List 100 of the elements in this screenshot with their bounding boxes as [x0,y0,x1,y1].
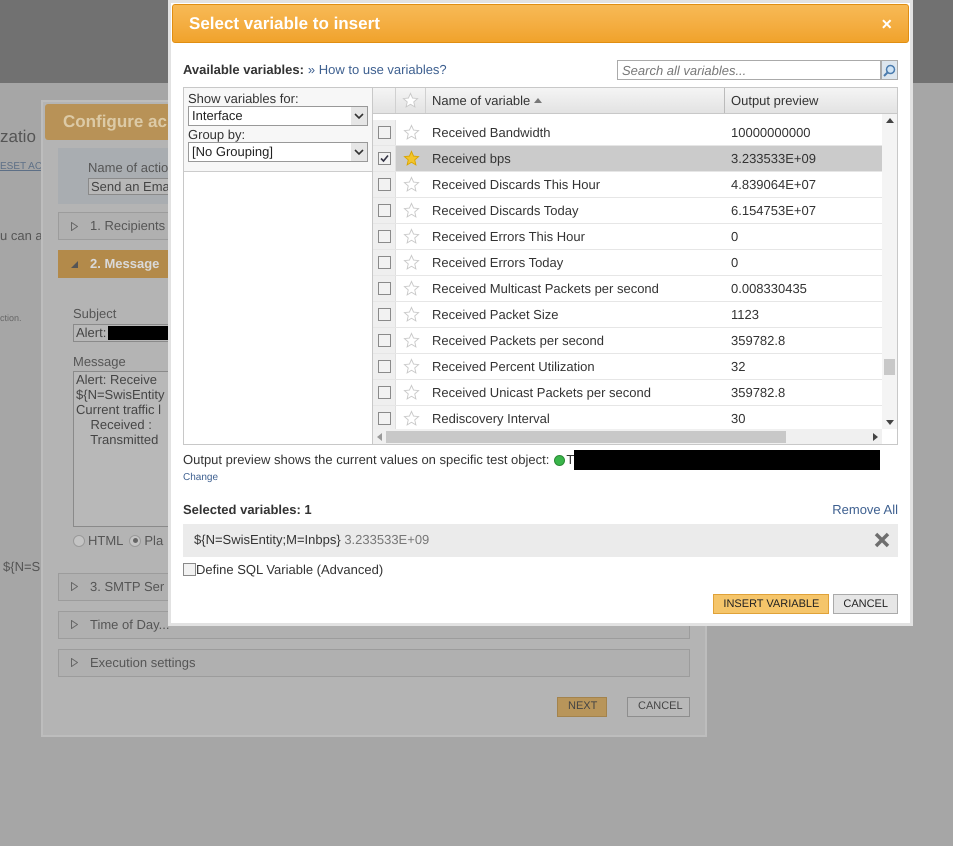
variable-row[interactable]: Received Discards Today 6.154753E+07 [373,198,882,224]
expand-triangle-icon [71,222,78,230]
radio-button[interactable] [73,534,85,547]
table-cell-text: Received Discards This Hour [431,176,602,194]
dialog-title: Configure ac [63,111,167,134]
table-cell-text: 3.233533E+09 [730,150,816,168]
cancel-button[interactable]: CANCEL [627,696,690,716]
column-header[interactable]: Name of variable [426,88,725,113]
variable-row[interactable]: Received Unicast Packets per second 359782.8 [373,380,882,406]
star-outline-icon[interactable] [402,124,420,141]
star-outline-icon[interactable] [402,92,419,109]
variable-expression: ${N=SwisEntity;M=Inbps} 3.233533E+09 [194,531,430,550]
field-label: Subject [73,305,116,323]
table-cell-text: 1123 [730,306,759,324]
table-cell-text: Received Unicast Packets per second [431,384,652,402]
table-cell-text: Received Errors Today [431,254,564,272]
variable-row[interactable]: Received Percent Utilization 32 [373,354,882,380]
page-text: ${N=S [3,558,40,576]
checkbox-label: Define SQL Variable (Advanced) [196,560,384,579]
variable-row[interactable]: Received Errors This Hour 0 [373,224,882,250]
row-checkbox[interactable] [378,230,390,243]
sql-checkbox[interactable] [183,562,196,576]
insert-variable-button[interactable]: INSERT VARIABLE [713,594,830,614]
collapse-triangle-icon [71,260,78,268]
variable-row[interactable]: Received Bandwidth 10000000000 [373,120,882,146]
scroll-up-arrow-icon[interactable] [886,118,894,123]
table-cell-text: Received Packet Size [431,306,560,324]
star-outline-icon[interactable] [402,306,420,323]
table-cell-text: Received Packets per second [431,332,605,350]
change-link[interactable]: Change [183,470,218,485]
preview-note: Output preview shows the current values on specific test object: [183,451,550,470]
dropdown[interactable]: Interface [188,106,368,126]
variable-row[interactable]: Received Discards This Hour 4.839064E+07 [373,172,882,198]
horizontal-scrollbar[interactable] [373,429,882,444]
variable-row[interactable]: Received Packets per second 359782.8 [373,328,882,354]
field-label: Message [73,352,126,371]
remove-all-link[interactable]: Remove All [832,500,898,520]
star-outline-icon[interactable] [402,280,420,297]
star-outline-icon[interactable] [402,202,420,219]
row-checkbox[interactable] [378,282,390,295]
cancel-button[interactable]: CANCEL [833,594,898,614]
search-button[interactable] [881,60,898,80]
scroll-left-arrow-icon[interactable] [377,432,382,440]
row-checkbox[interactable] [378,386,390,399]
table-cell-text: Received Discards Today [431,202,580,220]
table-cell-text: 30 [730,410,746,428]
row-checkbox[interactable] [378,360,390,373]
scroll-down-arrow-icon[interactable] [886,420,894,425]
row-checkbox[interactable] [378,126,390,139]
variable-row[interactable]: Received Errors Today 0 [373,250,882,276]
table-cell-text: Received Percent Utilization [431,358,596,376]
radio-button[interactable] [129,534,142,547]
table-cell-text: Received Bandwidth [431,124,552,142]
variable-row[interactable]: Received Multicast Packets per second 0.008330435 [373,276,882,302]
star-outline-icon[interactable] [402,176,420,193]
star-outline-icon[interactable] [402,384,420,401]
dropdown[interactable]: [No Grouping] [188,142,368,162]
selected-variables-title: Selected variables: 1 [183,501,312,519]
column-header[interactable]: Output preview [725,88,897,113]
variable-row[interactable]: Received bps 3.233533E+09 [373,146,882,172]
table-cell-text: Received bps [431,150,512,168]
scrollbar-thumb[interactable] [884,358,895,374]
help-link[interactable]: » How to use variables? [308,60,447,80]
star-outline-icon[interactable] [402,254,420,271]
row-checkbox[interactable] [378,256,390,269]
test-object-name: T [566,451,574,470]
table-cell-text: 6.154753E+07 [730,202,816,220]
vertical-scrollbar[interactable] [882,114,897,429]
table-cell-text: 32 [730,358,746,376]
star-outline-icon[interactable] [402,228,420,245]
table-cell-text: 359782.8 [730,332,786,350]
table-cell-text: 0 [730,254,738,272]
scrollbar-thumb[interactable] [386,430,786,442]
star-outline-icon[interactable] [402,332,420,349]
table-cell-text: 10000000000 [730,124,811,142]
sort-ascending-icon [534,98,542,103]
expand-triangle-icon [71,658,78,667]
field-label: Name of actio [88,159,168,177]
star-outline-icon[interactable] [402,358,420,375]
scroll-right-arrow-icon[interactable] [873,432,878,440]
filled-star-icon[interactable] [402,150,420,167]
remove-icon[interactable] [874,532,890,548]
row-checkbox[interactable] [378,412,390,425]
star-outline-icon[interactable] [402,410,420,427]
page-heading: zatio [0,126,36,148]
filter-label: Group by: [188,127,246,142]
row-checkbox[interactable] [378,152,390,165]
table-cell-text: Received Multicast Packets per second [431,280,660,298]
table-cell-text: 0.008330435 [730,280,807,298]
row-checkbox[interactable] [378,204,390,217]
radio-label: HTML [88,532,124,550]
expand-triangle-icon [71,582,78,591]
table-cell-text: 0 [730,228,738,246]
row-checkbox[interactable] [378,178,390,191]
search-field[interactable]: Search all variables... [617,60,881,80]
row-checkbox[interactable] [378,308,390,321]
modal-title: Select variable to insert [189,12,380,35]
variable-row[interactable]: Received Packet Size 1123 [373,302,882,328]
table-cell-text: 359782.8 [730,384,786,402]
row-checkbox[interactable] [378,334,390,347]
